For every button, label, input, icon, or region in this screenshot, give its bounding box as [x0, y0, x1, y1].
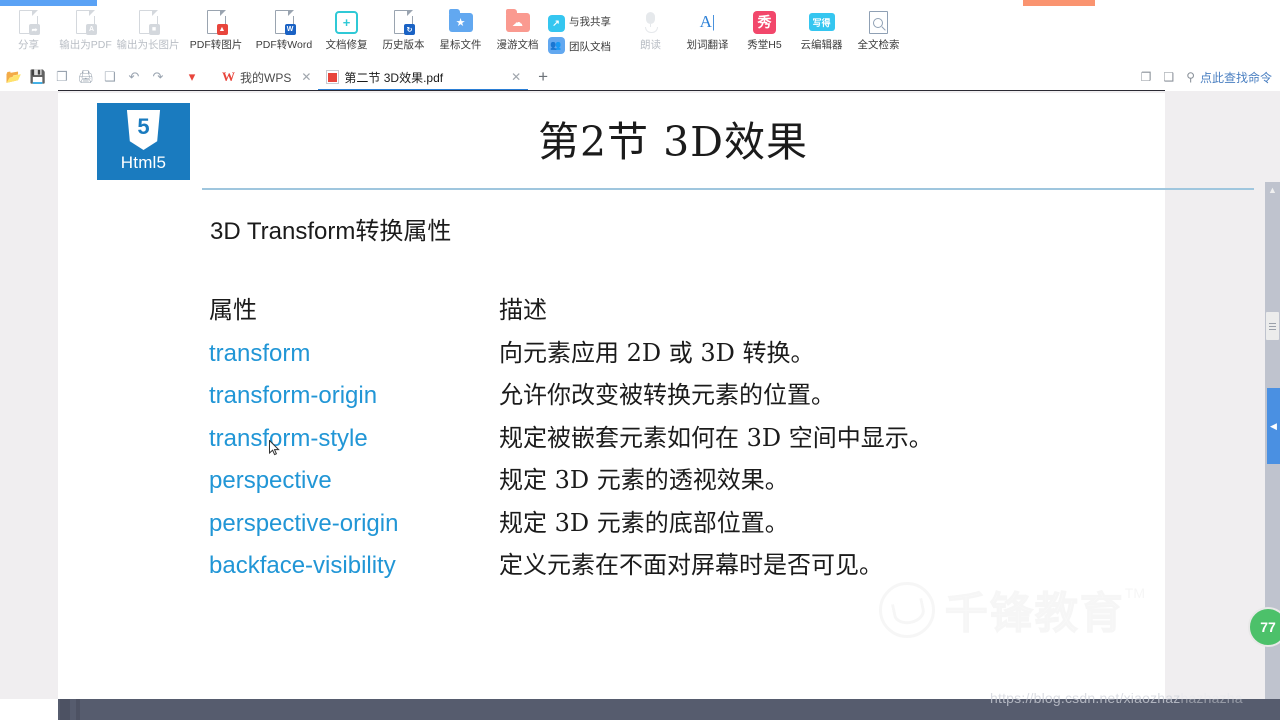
property-description: 定义元素在不面对屏幕时是否可见。: [499, 551, 883, 579]
team-document-icon: 👥: [546, 36, 566, 56]
csdn-url-suffix: hazhazha: [1180, 690, 1243, 706]
ribbon-toolbar: ➦ 分享 A 输出为PDF ■ 输出为长图片 ▲ PDF转图片 W PDF转Wo…: [0, 6, 1280, 63]
html5-logo: 5 Html5: [97, 103, 190, 180]
table-row: perspective 规定 3D 元素的透视效果。: [209, 460, 1109, 503]
document-workspace: 5 Html5 第2节 3D效果 3D Transform转换属性 属性 描述 …: [0, 91, 1280, 720]
table-header-row: 属性 描述: [209, 290, 1109, 333]
ribbon-item-export-pdf[interactable]: A 输出为PDF: [57, 6, 114, 63]
export-long-image-icon: ■: [135, 9, 161, 35]
status-block-left-2: [76, 699, 80, 720]
redo-icon[interactable]: ↷: [148, 67, 168, 87]
slide-title: 第2节 3D效果: [537, 118, 809, 166]
tab-close-icon[interactable]: ✕: [511, 70, 521, 84]
html5-shield-icon: 5: [126, 110, 162, 150]
print-preview-icon[interactable]: ❑: [100, 67, 120, 87]
tab-close-icon[interactable]: ✕: [301, 70, 311, 84]
translate-icon: A|: [699, 12, 716, 31]
column-header-property: 属性: [209, 296, 257, 324]
wps-logo-icon: W: [222, 69, 235, 84]
property-description: 向元素应用 2D 或 3D 转换。: [499, 338, 815, 367]
ribbon-item-export-long-image[interactable]: ■ 输出为长图片: [114, 6, 182, 63]
html5-logo-caption: Html5: [120, 153, 167, 172]
xiutang-h5-icon: 秀: [752, 9, 778, 35]
score-badge[interactable]: 77: [1248, 607, 1280, 647]
ribbon-item-history-version[interactable]: ↻ 历史版本: [375, 6, 432, 63]
scrollbar-thumb[interactable]: [1266, 312, 1279, 340]
ribbon-item-translate[interactable]: A| 划词翻译: [679, 6, 736, 63]
qfedu-logo-icon: [878, 582, 935, 638]
property-description: 规定被嵌套元素如何在 3D 空间中显示。: [499, 423, 933, 452]
table-row: perspective-origin 规定 3D 元素的底部位置。: [209, 503, 1109, 546]
tab-label: 第二节 3D效果.pdf: [344, 70, 444, 85]
tab-my-wps[interactable]: W 我的WPS ✕: [214, 64, 318, 90]
pdf-page: 5 Html5 第2节 3D效果 3D Transform转换属性 属性 描述 …: [58, 93, 1254, 699]
open-folder-icon[interactable]: 📂: [4, 67, 24, 87]
ribbon-item-document-repair[interactable]: + 文档修复: [318, 6, 375, 63]
tab-label: 我的WPS: [240, 70, 292, 85]
slide-subtitle: 3D Transform转换属性: [210, 218, 452, 245]
share-with-me-icon: ↗: [546, 14, 566, 34]
title-divider: [202, 188, 1254, 190]
watermark-text: 千锋教育: [944, 589, 1125, 640]
find-command-label[interactable]: 点此查找命令: [1200, 69, 1272, 86]
ribbon-item-read-aloud[interactable]: 朗读: [622, 6, 679, 63]
tab-bar-right-tools: ❐ ❑ ⚲ 点此查找命令: [1129, 69, 1280, 86]
history-version-icon: ↻: [391, 9, 417, 35]
tab-pdf-document[interactable]: 第二节 3D效果.pdf ✕: [318, 64, 528, 91]
star-folder-icon: ★: [448, 8, 474, 35]
cloud-editor-icon: 写得: [808, 9, 835, 35]
backstage-icon[interactable]: ❐: [1141, 70, 1152, 84]
wps-office-window: ➦ 分享 A 输出为PDF ■ 输出为长图片 ▲ PDF转图片 W PDF转Wo…: [0, 0, 1280, 720]
ribbon-item-pdf-to-word[interactable]: W PDF转Word: [250, 6, 318, 63]
ribbon-item-share[interactable]: ➦ 分享: [0, 6, 57, 63]
export-pdf-icon[interactable]: ❐: [52, 67, 72, 87]
table-row: transform 向元素应用 2D 或 3D 转换。: [209, 333, 1109, 376]
csdn-watermark: https://blog.csdn.net/xiaozhazhazhazha: [990, 690, 1243, 706]
undo-icon[interactable]: ↶: [124, 67, 144, 87]
save-icon[interactable]: 💾: [28, 67, 48, 87]
scrollbar-grip-icon: [1269, 321, 1276, 332]
property-description: 允许你改变被转换元素的位置。: [499, 381, 835, 409]
pdf-file-icon: [326, 70, 340, 84]
tab-bar: 📂 💾 ❐ 🖨 ❑ ↶ ↷ ▾ W 我的WPS ✕ 第二节 3D效果.pdf ✕…: [0, 63, 1280, 91]
customize-toolbar-icon[interactable]: ▾: [182, 67, 202, 87]
document-repair-icon: +: [334, 9, 360, 35]
ribbon-item-xiutang-h5[interactable]: 秀 秀堂H5: [736, 6, 793, 63]
ribbon-item-share-with-me[interactable]: ↗ 👥 与我共享 团队文档: [546, 6, 622, 63]
pdf-to-word-icon: W: [271, 9, 297, 35]
qfedu-watermark: 千锋教育 TM: [878, 579, 1145, 641]
ribbon-item-pdf-to-image[interactable]: ▲ PDF转图片: [182, 6, 250, 63]
pdf-to-image-icon: ▲: [203, 9, 229, 35]
property-description: 规定 3D 元素的透视效果。: [499, 466, 789, 494]
side-panel-toggle[interactable]: ◀: [1267, 388, 1280, 464]
new-tab-button[interactable]: +: [538, 67, 548, 87]
watermark-tm: TM: [1124, 585, 1145, 601]
window-layout-icon[interactable]: ❑: [1163, 70, 1174, 84]
column-header-description: 描述: [499, 296, 547, 324]
property-name: transform-style: [209, 424, 368, 452]
scroll-up-icon[interactable]: ▲: [1265, 182, 1280, 197]
microphone-icon: [638, 9, 664, 35]
property-description: 规定 3D 元素的底部位置。: [499, 508, 789, 537]
ribbon-item-cloud-folder[interactable]: ☁ 漫游文档: [489, 6, 546, 63]
property-name: backface-visibility: [209, 552, 396, 579]
ribbon-item-star-folder[interactable]: ★ 星标文件: [432, 6, 489, 63]
ribbon-item-cloud-editor[interactable]: 写得 云编辑器: [793, 6, 850, 63]
properties-table: 属性 描述 transform 向元素应用 2D 或 3D 转换。 transf…: [209, 290, 1109, 588]
export-pdf-icon: A: [73, 9, 99, 35]
property-name: transform-origin: [209, 382, 378, 409]
table-row: transform-origin 允许你改变被转换元素的位置。: [209, 375, 1109, 418]
full-text-search-icon: [866, 9, 892, 35]
property-name: perspective-origin: [209, 509, 399, 537]
search-icon[interactable]: ⚲: [1186, 70, 1195, 84]
csdn-url-prefix: https://blog.csdn.net/xiaozhaz: [990, 690, 1181, 706]
print-icon[interactable]: 🖨: [76, 67, 96, 87]
cloud-folder-icon: ☁: [505, 8, 531, 35]
property-name: perspective: [209, 467, 332, 494]
share-doc-icon: ➦: [16, 9, 42, 35]
table-row: transform-style 规定被嵌套元素如何在 3D 空间中显示。: [209, 418, 1109, 461]
status-block-left: [60, 699, 70, 720]
property-name: transform: [209, 339, 311, 367]
ribbon-item-full-text-search[interactable]: 全文检索: [850, 6, 907, 63]
